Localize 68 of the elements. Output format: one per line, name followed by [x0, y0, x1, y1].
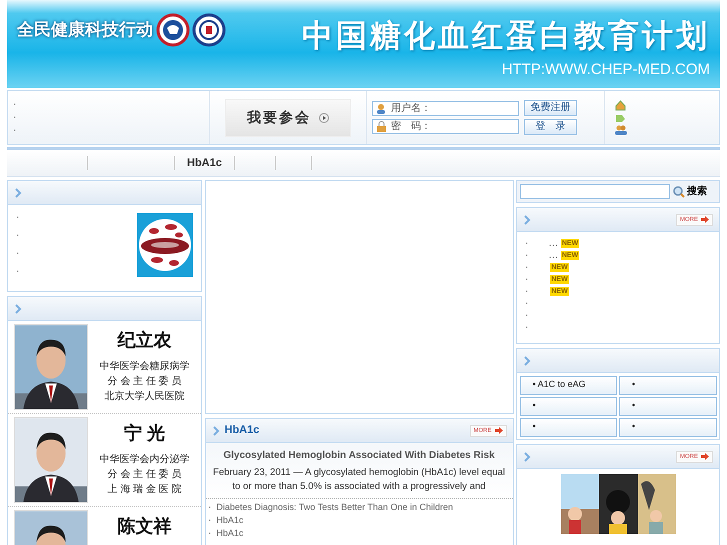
search-field[interactable] — [520, 184, 670, 199]
tool-button[interactable]: • — [520, 418, 617, 436]
login-button[interactable]: 登 录 — [524, 118, 577, 135]
username-field[interactable]: 用户名： — [372, 100, 519, 116]
bullet: · — [525, 260, 528, 274]
news-link[interactable]: … — [548, 248, 558, 262]
bullet: · — [525, 296, 528, 310]
expert-title: 分 会 主 任 委 员 — [106, 374, 182, 389]
expert-title: 中华医学会内分泌学 — [98, 452, 190, 467]
search-icon — [672, 186, 684, 198]
arrow-icon — [494, 427, 502, 434]
round-logo-icon — [192, 13, 226, 47]
expert-title: 分 会 主 任 委 员 — [106, 468, 182, 482]
tool-button[interactable]: • — [520, 396, 617, 416]
bullet: · — [525, 320, 528, 334]
article-link[interactable]: Diabetes Diagnosis: Two Tests Better Than One in Children — [216, 500, 453, 514]
tool-button[interactable]: • — [619, 418, 716, 436]
arrow-icon — [701, 453, 709, 460]
password-field[interactable]: 密 码： — [372, 119, 519, 134]
chevron-icon — [14, 302, 22, 314]
bullet: · — [525, 308, 528, 322]
article-link[interactable]: HbA1c — [216, 526, 244, 540]
globe-logo-icon — [156, 13, 190, 47]
chevron-icon — [523, 214, 531, 226]
expert-name: 宁 光 — [122, 422, 166, 445]
register-button[interactable]: 免费注册 — [524, 100, 577, 116]
link[interactable]: · — [13, 124, 209, 137]
link[interactable]: · — [13, 98, 209, 111]
link[interactable]: · — [16, 263, 20, 281]
expert-title: 上 海 瑞 金 医 院 — [106, 482, 182, 497]
chevron-icon — [212, 424, 220, 436]
chevron-icon — [523, 354, 531, 366]
join-button[interactable]: 我要参会 — [225, 98, 351, 136]
slogan: 全民健康科技行动 — [17, 19, 153, 42]
panel-title: HbA1c — [224, 423, 260, 438]
nav-link[interactable]: HbA1c — [175, 154, 234, 172]
bullet: · — [208, 514, 212, 526]
article-title[interactable]: Glycosylated Hemoglobin Associated With Diabetes Risk — [210, 449, 508, 463]
article-link[interactable]: HbA1c — [216, 514, 244, 526]
article-summary: February 23, 2011 — A glycosylated hemoglobin (HbA1c) level equal to or more than 5.0% is associated with a progressively and — [212, 466, 506, 494]
tool-button[interactable]: • — [619, 396, 716, 416]
bullet: · — [525, 236, 528, 250]
link[interactable]: · — [13, 111, 209, 124]
tool-button[interactable]: • A1C to eAG — [520, 376, 617, 394]
users-icon[interactable] — [615, 125, 627, 135]
tag-icon[interactable] — [615, 114, 626, 122]
banner-title: 中国糖化血红蛋白教育计划 — [302, 16, 710, 54]
bullet: · — [525, 272, 528, 286]
link[interactable]: · — [16, 209, 20, 227]
expert-title: 中华医学会糖尿病学 — [98, 360, 190, 374]
bullet: · — [525, 248, 528, 262]
bullet: · — [525, 284, 528, 298]
expert-title: 北京大学人民医院 — [104, 390, 186, 404]
site-url: HTTP:WWW.CHEP-MED.COM — [500, 60, 710, 80]
link[interactable]: · — [16, 227, 20, 245]
expert-name: 陈文祥 — [116, 515, 172, 538]
search-button[interactable]: 搜索 — [672, 184, 707, 199]
home-icon[interactable] — [615, 100, 626, 111]
bullet: · — [208, 526, 212, 540]
play-icon — [319, 112, 329, 122]
arrow-icon — [701, 216, 709, 223]
tool-button[interactable]: • — [619, 376, 716, 394]
chevron-icon — [14, 186, 22, 198]
link[interactable]: · — [16, 245, 20, 263]
news-link[interactable]: … — [548, 236, 558, 250]
expert-name: 纪立农 — [116, 329, 172, 352]
chevron-icon — [523, 450, 531, 462]
bullet: · — [208, 500, 212, 514]
